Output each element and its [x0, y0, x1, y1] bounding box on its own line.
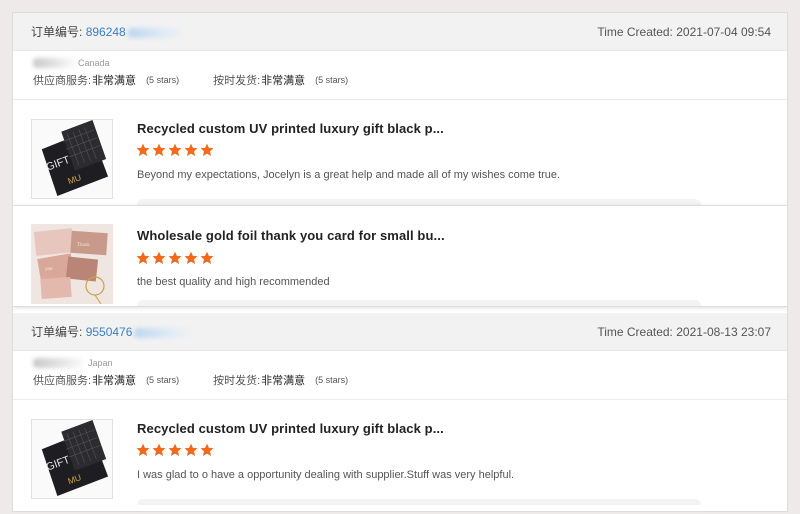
buyer-country: Japan [88, 358, 113, 368]
shipping-label: 按时发货: [213, 375, 261, 387]
star-icon [152, 443, 166, 456]
svg-text:you: you [45, 267, 53, 272]
star-icon [152, 143, 166, 156]
star-icon [184, 251, 198, 264]
star-rating [136, 143, 214, 157]
time-created-value: 2021-08-13 23:07 [676, 324, 771, 339]
order-card: 订单编号: 896248 Time Created: 2021-07-04 09… [13, 13, 787, 100]
time-created: Time Created: 2021-08-13 23:07 [597, 325, 771, 339]
order-number-label: 订单编号: [31, 25, 83, 39]
order-ratings: 供应商服务: 非常满意 (5 stars) 按时发货: 非常满意 (5 star… [13, 69, 787, 88]
shipping-stars: (5 stars) [315, 75, 349, 85]
shipping-value: 非常满意 [261, 75, 306, 87]
review-item: Thank you Wholesale gold foil thank you … [13, 205, 787, 307]
star-icon [168, 251, 182, 264]
supplier-service-value: 非常满意 [92, 75, 137, 87]
order-number-link[interactable]: 9550476 [86, 325, 133, 339]
review-comment: the best quality and high recommended [137, 276, 330, 288]
time-created-value: 2021-07-04 09:54 [676, 24, 771, 39]
reviews-panel: 订单编号: 896248 Time Created: 2021-07-04 09… [12, 12, 788, 512]
black-gift-box-image: GIFT MU [32, 420, 112, 498]
supplier-service-label: 供应商服务: [33, 375, 92, 387]
star-icon [168, 143, 182, 156]
supplier-service-stars: (5 stars) [146, 75, 180, 85]
redacted-buyer-name [33, 58, 77, 68]
redacted-buyer-name [33, 358, 87, 368]
star-icon [136, 143, 150, 156]
star-icon [200, 143, 214, 156]
star-rating [136, 251, 214, 265]
order-header: 订单编号: 9550476 Time Created: 2021-08-13 2… [13, 313, 787, 351]
divider [13, 99, 787, 100]
product-title[interactable]: Recycled custom UV printed luxury gift b… [137, 421, 444, 436]
star-icon [136, 251, 150, 264]
redacted-order-id [127, 27, 186, 38]
shipping-rating: 按时发货: 非常满意 (5 stars) [213, 372, 348, 388]
time-created-label: Time Created: [597, 324, 673, 339]
black-gift-box-image: GIFT MU [32, 120, 112, 198]
review-item: GIFT MU Recycled custom UV printed luxur… [13, 103, 787, 205]
product-thumbnail[interactable]: GIFT MU [31, 119, 113, 199]
buyer-info: Japan [13, 351, 787, 369]
review-comment: I was glad to o have a opportunity deali… [137, 469, 515, 481]
star-icon [200, 443, 214, 456]
star-icon [200, 251, 214, 264]
time-created-label: Time Created: [597, 24, 673, 39]
order-number: 订单编号: 9550476 [31, 323, 193, 340]
shipping-rating: 按时发货: 非常满意 (5 stars) [213, 72, 348, 88]
supplier-service-value: 非常满意 [92, 375, 137, 387]
buyer-info: Canada [13, 51, 787, 69]
buyer-country: Canada [78, 58, 110, 68]
reply-area [137, 300, 701, 306]
order-ratings: 供应商服务: 非常满意 (5 stars) 按时发货: 非常满意 (5 star… [13, 369, 787, 388]
order-number-link[interactable]: 896248 [86, 25, 126, 39]
order-number-label: 订单编号: [31, 325, 83, 339]
thank-you-cards-image: Thank you [31, 224, 113, 304]
supplier-service-label: 供应商服务: [33, 75, 92, 87]
star-icon [152, 251, 166, 264]
supplier-service-rating: 供应商服务: 非常满意 (5 stars) [33, 372, 179, 388]
svg-text:Thank: Thank [77, 243, 90, 248]
divider [13, 399, 787, 400]
order-number: 订单编号: 896248 [31, 23, 186, 40]
order-card: 订单编号: 9550476 Time Created: 2021-08-13 2… [13, 313, 787, 400]
order-header: 订单编号: 896248 Time Created: 2021-07-04 09… [13, 13, 787, 51]
star-icon [168, 443, 182, 456]
shipping-stars: (5 stars) [315, 375, 349, 385]
supplier-service-stars: (5 stars) [146, 375, 180, 385]
product-thumbnail[interactable]: GIFT MU [31, 419, 113, 499]
star-icon [184, 143, 198, 156]
star-rating [136, 443, 214, 457]
shipping-value: 非常满意 [261, 375, 306, 387]
reply-area [137, 499, 701, 505]
shipping-label: 按时发货: [213, 75, 261, 87]
supplier-service-rating: 供应商服务: 非常满意 (5 stars) [33, 72, 179, 88]
redacted-order-id [134, 327, 193, 338]
product-thumbnail[interactable]: Thank you [31, 224, 113, 304]
star-icon [136, 443, 150, 456]
review-comment: Beyond my expectations, Jocelyn is a gre… [137, 169, 561, 181]
star-icon [184, 443, 198, 456]
time-created: Time Created: 2021-07-04 09:54 [597, 25, 771, 39]
product-title[interactable]: Recycled custom UV printed luxury gift b… [137, 121, 444, 136]
product-title[interactable]: Wholesale gold foil thank you card for s… [137, 228, 445, 243]
review-item: GIFT MU Recycled custom UV printed luxur… [13, 403, 787, 505]
